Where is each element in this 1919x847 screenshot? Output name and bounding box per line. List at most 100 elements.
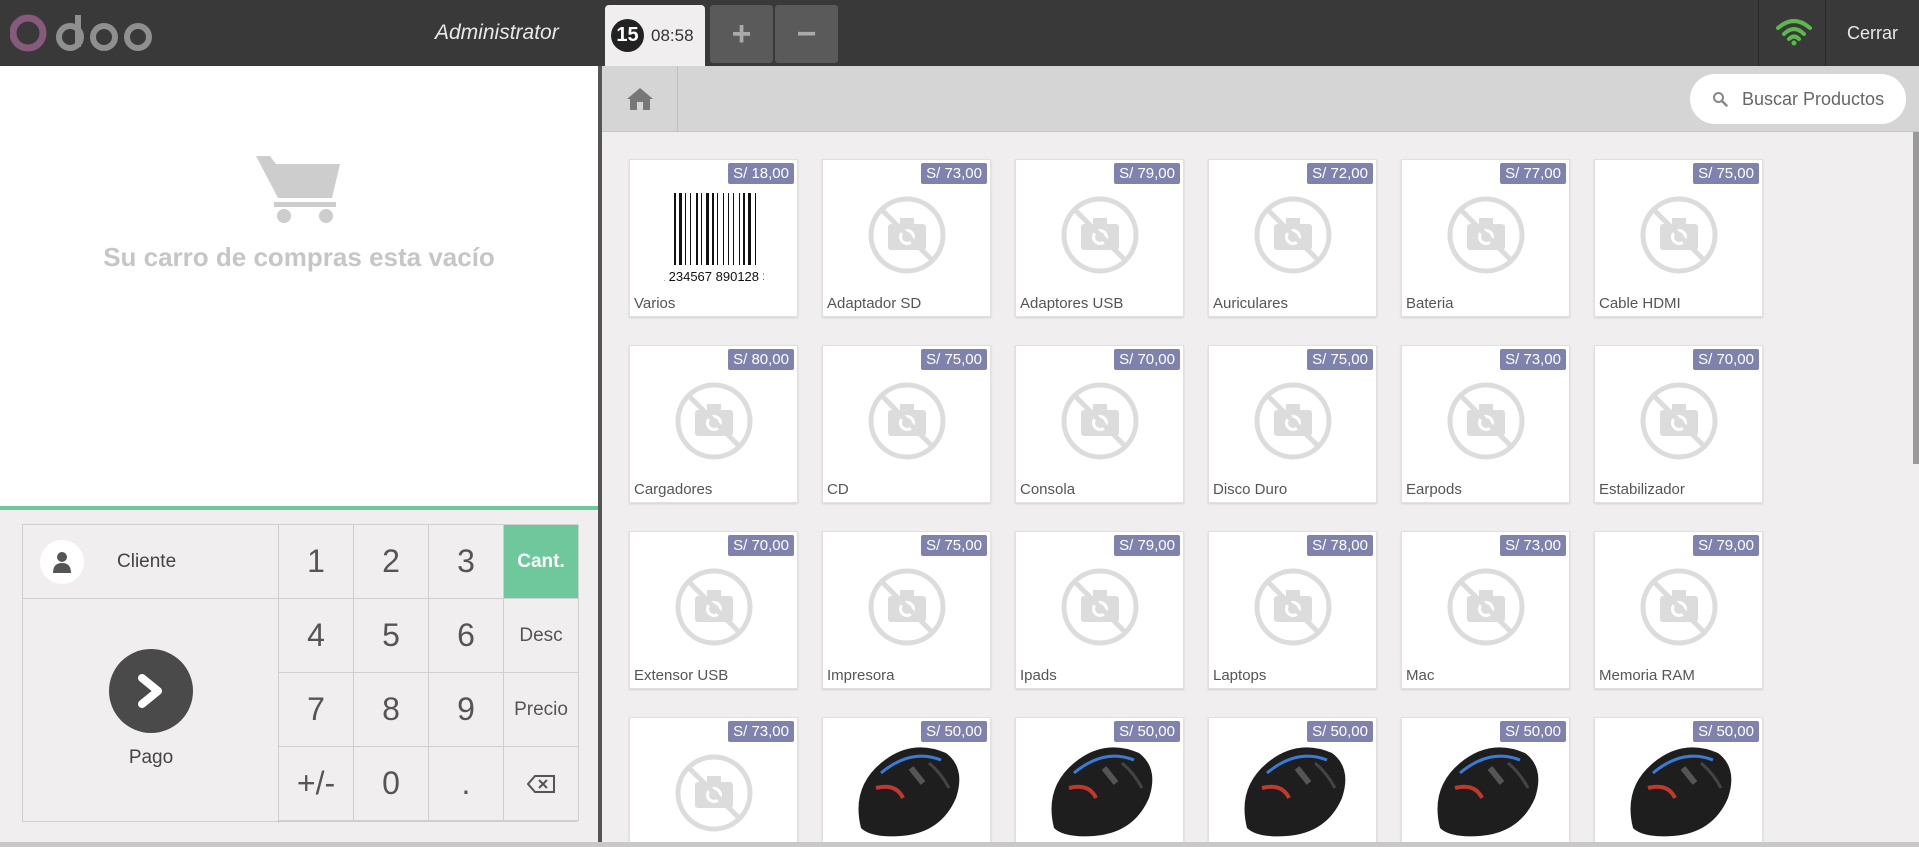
numpad-key-plus-minus[interactable]: +/-	[279, 747, 354, 821]
no-image-icon	[1243, 185, 1343, 285]
products-scrollbar[interactable]	[1913, 132, 1919, 464]
user-name[interactable]: Administrator	[435, 21, 559, 45]
mouse-image	[841, 728, 971, 838]
product-card[interactable]: S/ 78,00 Laptops	[1208, 531, 1377, 689]
product-name: Consola	[1020, 481, 1076, 498]
product-card[interactable]: S/ 50,00	[1015, 717, 1184, 847]
order-tab[interactable]: 15 08:58	[605, 5, 705, 66]
wifi-icon[interactable]	[1776, 18, 1812, 46]
numpad-key-3[interactable]: 3	[429, 525, 504, 599]
mode-discount-button[interactable]: Desc	[504, 599, 579, 673]
product-card[interactable]: S/ 75,00 Disco Duro	[1208, 345, 1377, 503]
backspace-icon	[526, 774, 555, 793]
order-time: 08:58	[651, 25, 694, 45]
product-card[interactable]: S/ 70,00 Consola	[1015, 345, 1184, 503]
mouse-image	[1227, 728, 1357, 838]
product-card[interactable]: S/ 70,00 Estabilizador	[1594, 345, 1763, 503]
order-pane: Su carro de compras esta vacío Cliente P…	[0, 66, 602, 847]
product-card[interactable]: S/ 73,00 Mac	[1401, 531, 1570, 689]
barcode-image: 1 234567 890128 >	[658, 185, 770, 285]
product-price: S/ 75,00	[921, 349, 987, 370]
numpad-key-7[interactable]: 7	[279, 673, 354, 747]
no-image-icon	[1629, 371, 1729, 471]
product-card[interactable]: S/ 75,00 Impresora	[822, 531, 991, 689]
numpad-key-6[interactable]: 6	[429, 599, 504, 673]
bottom-border	[0, 842, 1919, 847]
product-card[interactable]: S/ 50,00	[1594, 717, 1763, 847]
product-price: S/ 72,00	[1307, 163, 1373, 184]
numpad-key-5[interactable]: 5	[354, 599, 429, 673]
product-name: Ipads	[1020, 667, 1057, 684]
product-name: Laptops	[1213, 667, 1267, 684]
product-card[interactable]: S/ 80,00 Cargadores	[629, 345, 798, 503]
no-image-icon	[1050, 557, 1150, 657]
close-button[interactable]: Cerrar	[1826, 0, 1919, 66]
numpad-key-decimal[interactable]: .	[429, 747, 504, 821]
numpad-key-8[interactable]: 8	[354, 673, 429, 747]
no-image-icon	[857, 371, 957, 471]
payment-label: Pago	[128, 747, 174, 768]
no-image-icon	[1436, 557, 1536, 657]
product-search[interactable]	[1690, 74, 1906, 124]
user-icon	[40, 539, 84, 584]
product-card[interactable]: S/ 50,00Mouse	[822, 717, 991, 847]
customer-button[interactable]: Cliente	[23, 525, 279, 599]
numpad-key-2[interactable]: 2	[354, 525, 429, 599]
backspace-button[interactable]	[504, 747, 579, 821]
product-card[interactable]: S/ 73,00 Adaptador SD	[822, 159, 991, 317]
product-name: Cable HDMI	[1599, 295, 1681, 312]
product-card[interactable]: S/ 50,00Mouse (3 Colores	[1208, 717, 1377, 847]
product-price: S/ 77,00	[1500, 163, 1566, 184]
product-card[interactable]: S/ 50,00Mouse (Monocromático	[1401, 717, 1570, 847]
product-price: S/ 50,00	[1307, 721, 1373, 742]
product-card[interactable]: S/ 79,00 Memoria RAM	[1594, 531, 1763, 689]
product-card[interactable]: S/ 79,00 Ipads	[1015, 531, 1184, 689]
new-order-button[interactable]: +	[710, 5, 773, 63]
product-price: S/ 70,00	[728, 535, 794, 556]
product-price: S/ 73,00	[1500, 535, 1566, 556]
product-card[interactable]: S/ 79,00 Adaptores USB	[1015, 159, 1184, 317]
no-image-icon	[1629, 557, 1729, 657]
product-name: Cargadores	[634, 481, 713, 498]
header-divider	[1758, 0, 1759, 66]
home-category-button[interactable]	[602, 66, 678, 132]
no-image-icon	[1629, 185, 1729, 285]
product-card[interactable]: S/ 70,00 Extensor USB	[629, 531, 798, 689]
product-card[interactable]: S/ 73,00	[629, 717, 798, 847]
product-name: Adaptador SD	[827, 295, 922, 312]
product-card[interactable]: S/ 77,00 Bateria	[1401, 159, 1570, 317]
mode-price-button[interactable]: Precio	[504, 673, 579, 747]
product-card[interactable]: S/ 75,00 Cable HDMI	[1594, 159, 1763, 317]
product-price: S/ 80,00	[728, 349, 794, 370]
product-card[interactable]: S/ 72,00 Auriculares	[1208, 159, 1377, 317]
product-name: Mac	[1406, 667, 1435, 684]
delete-order-button[interactable]: −	[775, 5, 838, 63]
product-name: Impresora	[827, 667, 895, 684]
chevron-right-icon	[109, 649, 193, 733]
product-card[interactable]: S/ 75,00 CD	[822, 345, 991, 503]
payment-button[interactable]: Pago	[23, 599, 279, 823]
product-price: S/ 79,00	[1114, 163, 1180, 184]
product-name: Varios	[634, 295, 676, 312]
numpad-key-9[interactable]: 9	[429, 673, 504, 747]
product-price: S/ 50,00	[1500, 721, 1566, 742]
product-price: S/ 75,00	[921, 535, 987, 556]
product-card[interactable]: 1 234567 890128 > S/ 18,00 Varios	[629, 159, 798, 317]
product-price: S/ 79,00	[1114, 535, 1180, 556]
mode-quantity-button[interactable]: Cant.	[504, 525, 579, 599]
search-input[interactable]	[1742, 88, 1902, 110]
no-image-icon	[857, 557, 957, 657]
product-name: Adaptores USB	[1020, 295, 1124, 312]
top-header: Administrator 15 08:58 + − Cerrar	[0, 0, 1919, 66]
no-image-icon	[664, 557, 764, 657]
search-icon	[1713, 92, 1728, 107]
customer-label: Cliente	[117, 550, 177, 572]
numpad-key-1[interactable]: 1	[279, 525, 354, 599]
numpad-key-4[interactable]: 4	[279, 599, 354, 673]
empty-cart-message: Su carro de compras esta vacío	[103, 242, 495, 272]
product-card[interactable]: S/ 73,00 Earpods	[1401, 345, 1570, 503]
order-number-badge: 15	[611, 19, 644, 52]
no-image-icon	[1436, 371, 1536, 471]
numpad-key-0[interactable]: 0	[354, 747, 429, 821]
numpad: 1 2 3 Cant. 4 5 6 Desc 7 8 9 Precio +/- …	[279, 525, 579, 823]
